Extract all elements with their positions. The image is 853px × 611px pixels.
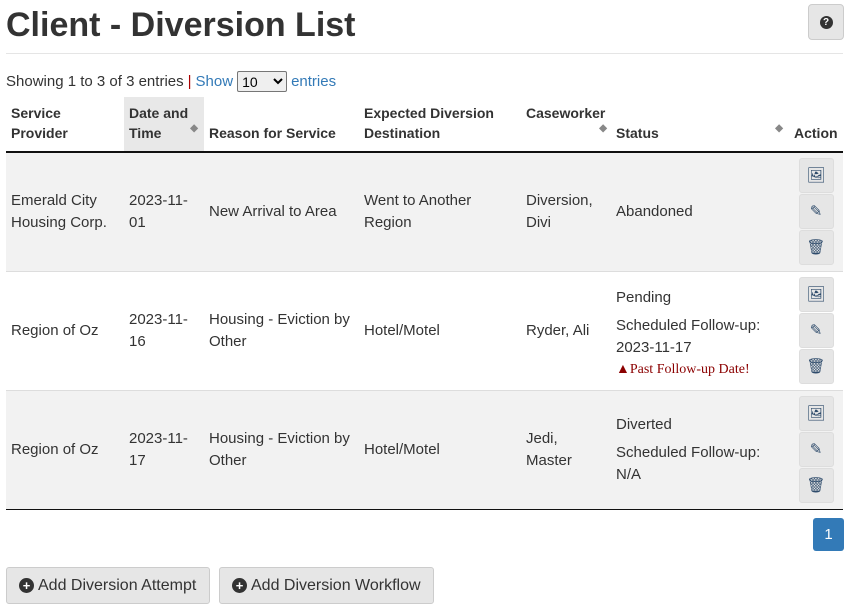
page-length-select[interactable]: 10 <box>237 71 288 92</box>
question-circle-icon: ? <box>819 15 833 29</box>
status-text: Abandoned <box>616 202 693 220</box>
cell-status: Pending Scheduled Follow-up: 2023-11-17 ▲… <box>611 271 789 391</box>
followup-date: N/A <box>616 465 642 483</box>
sort-icon: ◆ <box>599 123 607 134</box>
status-text: Diverted <box>616 415 672 433</box>
header-reason[interactable]: Reason for Service <box>204 97 359 153</box>
diversion-table: Service Provider Date and Time ◆ Reason f… <box>6 97 843 510</box>
edit-button[interactable]: ✎ <box>798 432 834 467</box>
pencil-icon: ✎ <box>809 321 823 339</box>
entries-label: entries <box>291 73 337 90</box>
plus-circle-icon: + <box>19 578 34 593</box>
followup-label: Scheduled Follow-up: <box>616 443 761 461</box>
cell-reason: Housing - Eviction by Other <box>204 390 359 510</box>
add-diversion-workflow-button[interactable]: + Add Diversion Workflow <box>219 567 434 604</box>
cell-date: 2023-11-17 <box>124 390 204 510</box>
cell-caseworker: Jedi, Master <box>521 390 611 510</box>
followup-label: Scheduled Follow-up: <box>616 316 761 334</box>
image-icon: 🖼 <box>806 285 826 303</box>
header-service-provider[interactable]: Service Provider <box>6 97 124 153</box>
header-caseworker[interactable]: Caseworker ◆ <box>521 97 611 153</box>
show-label: Show <box>195 73 234 90</box>
header-action: Action <box>789 97 843 153</box>
header-date-time[interactable]: Date and Time ◆ <box>124 97 204 153</box>
sort-icon: ◆ <box>775 123 783 134</box>
separator: | <box>187 73 192 90</box>
table-row: Region of Oz 2023-11-16 Housing - Evicti… <box>6 271 843 391</box>
cell-destination: Hotel/Motel <box>359 390 521 510</box>
warning-text: Past Follow-up Date! <box>629 361 750 377</box>
cell-actions: 🖼 ✎ 🗑 <box>789 271 843 391</box>
trash-icon: 🗑 <box>806 238 826 256</box>
cell-status: Diverted Scheduled Follow-up: N/A <box>611 390 789 510</box>
status-text: Pending <box>616 288 672 306</box>
add-diversion-attempt-button[interactable]: + Add Diversion Attempt <box>6 567 210 604</box>
cell-provider: Region of Oz <box>6 271 124 391</box>
image-icon: 🖼 <box>806 404 826 422</box>
pencil-icon: ✎ <box>809 202 823 220</box>
table-info: Showing 1 to 3 of 3 entries | Show 10 en… <box>6 71 336 92</box>
table-row: Region of Oz 2023-11-17 Housing - Evicti… <box>6 390 843 510</box>
cell-provider: Emerald City Housing Corp. <box>6 152 124 272</box>
cell-date: 2023-11-01 <box>124 152 204 272</box>
cell-status: Abandoned <box>611 152 789 272</box>
trash-icon: 🗑 <box>806 357 826 375</box>
cell-caseworker: Ryder, Ali <box>521 271 611 391</box>
cell-date: 2023-11-16 <box>124 271 204 391</box>
cell-destination: Went to Another Region <box>359 152 521 272</box>
cell-provider: Region of Oz <box>6 390 124 510</box>
cell-actions: 🖼 ✎ 🗑 <box>789 152 843 272</box>
entries-count: Showing 1 to 3 of 3 entries <box>6 73 184 90</box>
cell-reason: New Arrival to Area <box>204 152 359 272</box>
view-button[interactable]: 🖼 <box>798 158 834 194</box>
page-title: Client - Diversion List <box>6 6 356 44</box>
cell-reason: Housing - Eviction by Other <box>204 271 359 391</box>
plus-circle-icon: + <box>232 578 247 593</box>
pagination-page-1[interactable]: 1 <box>813 518 844 551</box>
view-button[interactable]: 🖼 <box>798 277 834 312</box>
edit-button[interactable]: ✎ <box>798 313 834 348</box>
image-icon: 🖼 <box>806 166 826 184</box>
followup-date: 2023-11-17 <box>616 338 692 356</box>
divider <box>6 53 843 54</box>
trash-icon: 🗑 <box>806 476 826 494</box>
delete-button[interactable]: 🗑 <box>798 349 834 384</box>
table-row: Emerald City Housing Corp. 2023-11-01 Ne… <box>6 152 843 272</box>
warning-icon: ▲ <box>616 361 630 377</box>
header-status[interactable]: Status ◆ <box>611 97 789 153</box>
cell-caseworker: Diversion, Divi <box>521 152 611 272</box>
cell-destination: Hotel/Motel <box>359 271 521 391</box>
view-button[interactable]: 🖼 <box>798 396 834 431</box>
header-destination[interactable]: Expected Diversion Destination <box>359 97 521 153</box>
pencil-icon: ✎ <box>809 440 823 458</box>
edit-button[interactable]: ✎ <box>798 194 834 230</box>
cell-actions: 🖼 ✎ 🗑 <box>789 390 843 510</box>
delete-button[interactable]: 🗑 <box>798 230 834 266</box>
sort-icon: ◆ <box>190 123 198 134</box>
delete-button[interactable]: 🗑 <box>798 468 834 503</box>
help-button[interactable]: ? <box>808 4 844 40</box>
